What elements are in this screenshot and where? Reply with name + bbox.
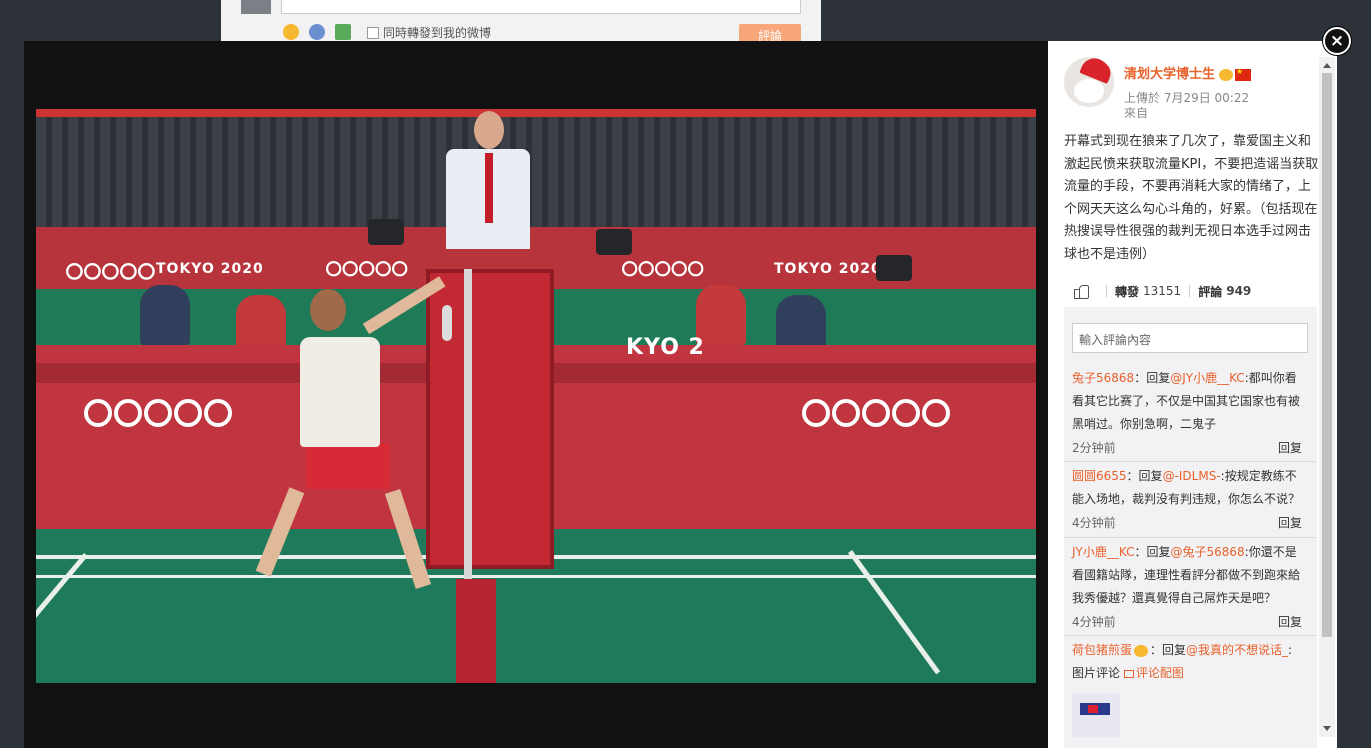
repost-label[interactable]: 轉發: [1115, 283, 1139, 300]
comment-time: 2分钟前: [1072, 441, 1116, 455]
post-detail-panel: 清划大学博士生 上傳於 7月29日 00:22 來自 开幕式到现在狼来了几次了，…: [1048, 41, 1337, 748]
member-badge-icon: [1134, 644, 1149, 657]
comment-user[interactable]: JY小鹿__KC: [1072, 545, 1134, 559]
player: [300, 337, 380, 447]
reply-button[interactable]: 回复: [1278, 613, 1302, 630]
comment-image-link[interactable]: 评论配图: [1136, 666, 1184, 680]
comment-reply-prefix: ：回复: [1134, 545, 1171, 559]
comment-mention[interactable]: @我真的不想说话_: [1186, 643, 1288, 657]
reply-button[interactable]: 回复: [1278, 439, 1302, 456]
olympic-rings-icon: [622, 261, 704, 277]
separator: [1189, 285, 1191, 297]
close-icon[interactable]: ×: [1323, 27, 1351, 55]
emoji-icon[interactable]: [283, 24, 299, 40]
comment-time: 4分钟前: [1072, 516, 1116, 530]
comment-item: JY小鹿__KC：回复@兔子56868:你還不是看國籍站隊，連理性看評分都做不到…: [1072, 541, 1302, 630]
olympic-rings-icon: [326, 261, 408, 277]
panel-scrollbar[interactable]: [1319, 57, 1335, 737]
author-header: 清划大学博士生 上傳於 7月29日 00:22 來自: [1064, 57, 1324, 120]
olympic-rings-icon: [802, 399, 950, 427]
china-flag-icon: [1235, 67, 1252, 81]
net-base: [456, 579, 496, 683]
stands-top-band: [36, 109, 1036, 117]
line-judge: [140, 285, 190, 345]
image-icon[interactable]: [335, 24, 351, 40]
comment-mention[interactable]: @JY小鹿__KC: [1170, 371, 1244, 385]
tokyo-logo-left: TOKYO 2020: [156, 261, 264, 277]
author-name-link[interactable]: 清划大学博士生: [1124, 63, 1252, 82]
thumbnail-content: [1088, 705, 1098, 713]
submit-comment-button[interactable]: 評論: [739, 24, 801, 43]
scroll-thumb[interactable]: [1322, 73, 1332, 637]
author-avatar[interactable]: [1064, 57, 1114, 107]
media-viewer: TOKYO 2020 TOKYO 2020 KYO 2: [24, 41, 1048, 748]
avatar-face: [1074, 79, 1104, 103]
background-page: 同時轉發到我的微博 評論: [221, 0, 821, 43]
racket: [442, 305, 452, 341]
repost-count: 13151: [1143, 284, 1182, 298]
topic-icon[interactable]: [309, 24, 325, 40]
court-line: [36, 575, 1036, 578]
comment-count: 949: [1226, 284, 1252, 298]
comment-mention[interactable]: @-IDLMS-: [1163, 469, 1221, 483]
comment-body: 兔子56868：回复@JY小鹿__KC:都叫你看看其它比赛了，不仅是中国其它国家…: [1072, 367, 1302, 436]
like-icon[interactable]: [1074, 284, 1089, 299]
comment-item: 兔子56868：回复@JY小鹿__KC:都叫你看看其它比赛了，不仅是中国其它国家…: [1072, 367, 1302, 456]
comment-meta: 4分钟前 回复: [1072, 613, 1302, 630]
comment-divider: [1064, 461, 1317, 462]
camera: [876, 255, 912, 281]
comment-body: JY小鹿__KC：回复@兔子56868:你還不是看國籍站隊，連理性看評分都做不到…: [1072, 541, 1302, 610]
post-text: 开幕式到现在狼来了几次了，靠爱国主义和激起民愤来获取流量KPI，不要把造谣当获取…: [1064, 134, 1319, 262]
olympic-rings-icon: [66, 263, 155, 280]
umpire-tie: [485, 153, 493, 223]
comment-reply-prefix: ：回复: [1126, 469, 1163, 483]
comment-user[interactable]: 荷包猪煎蛋: [1072, 643, 1132, 657]
player-skirt: [306, 443, 390, 489]
scroll-up-icon[interactable]: [1323, 63, 1331, 68]
comment-label[interactable]: 評論: [1198, 283, 1222, 300]
comment-image-thumbnail[interactable]: [1072, 693, 1120, 737]
member-badge-icon: [1219, 68, 1234, 81]
user-avatar: [241, 0, 271, 14]
checkbox-icon[interactable]: [367, 26, 379, 39]
comment-user[interactable]: 圆圆6655: [1072, 469, 1127, 483]
comment-meta: 2分钟前 回复: [1072, 439, 1302, 456]
composer-icons: [283, 24, 351, 40]
comment-item: 荷包猪煎蛋 ：回复@我真的不想说话_:图片评论 评论配图: [1072, 639, 1302, 685]
camera: [596, 229, 632, 255]
comment-meta: 4分钟前 回复: [1072, 514, 1302, 531]
post-source: 來自: [1124, 106, 1149, 120]
separator: [1106, 285, 1107, 297]
post-input[interactable]: [281, 0, 801, 14]
comment-divider: [1064, 635, 1317, 636]
comments-section: 輸入評論內容 兔子56868：回复@JY小鹿__KC:都叫你看看其它比赛了，不仅…: [1064, 307, 1317, 748]
repost-checkbox-label: 同時轉發到我的微博: [383, 26, 492, 40]
camera: [368, 219, 404, 245]
comment-mention[interactable]: @兔子56868: [1170, 545, 1244, 559]
reply-button[interactable]: 回复: [1278, 514, 1302, 531]
olympic-rings-icon: [84, 399, 232, 427]
comment-reply-prefix: ：回复: [1134, 371, 1171, 385]
gif-image[interactable]: TOKYO 2020 TOKYO 2020 KYO 2: [36, 109, 1036, 683]
tokyo-logo-center: KYO 2: [626, 335, 705, 360]
scroll-down-icon[interactable]: [1323, 726, 1331, 731]
arena-stands: [36, 109, 1036, 239]
umpire-head: [474, 111, 504, 149]
comment-item: 圆圆6655：回复@-IDLMS-:按规定教练不能入场地，裁判没有判违规，你怎么…: [1072, 465, 1302, 531]
comment-time: 4分钟前: [1072, 615, 1116, 629]
comment-user[interactable]: 兔子56868: [1072, 371, 1134, 385]
player-head: [310, 289, 346, 331]
comment-body: 圆圆6655：回复@-IDLMS-:按规定教练不能入场地，裁判没有判违规，你怎么…: [1072, 465, 1302, 511]
author-name[interactable]: 清划大学博士生: [1124, 67, 1215, 82]
tokyo-logo-right: TOKYO 2020: [774, 261, 882, 277]
post-actions: 轉發 13151 評論 949: [1064, 281, 1322, 301]
comment-input[interactable]: 輸入評論內容: [1072, 323, 1308, 353]
repost-checkbox[interactable]: 同時轉發到我的微博: [367, 24, 491, 41]
comment-reply-prefix: ：回复: [1150, 643, 1187, 657]
comment-divider: [1064, 537, 1317, 538]
comment-body: 荷包猪煎蛋 ：回复@我真的不想说话_:图片评论 评论配图: [1072, 639, 1302, 685]
picture-icon: [1123, 669, 1134, 678]
